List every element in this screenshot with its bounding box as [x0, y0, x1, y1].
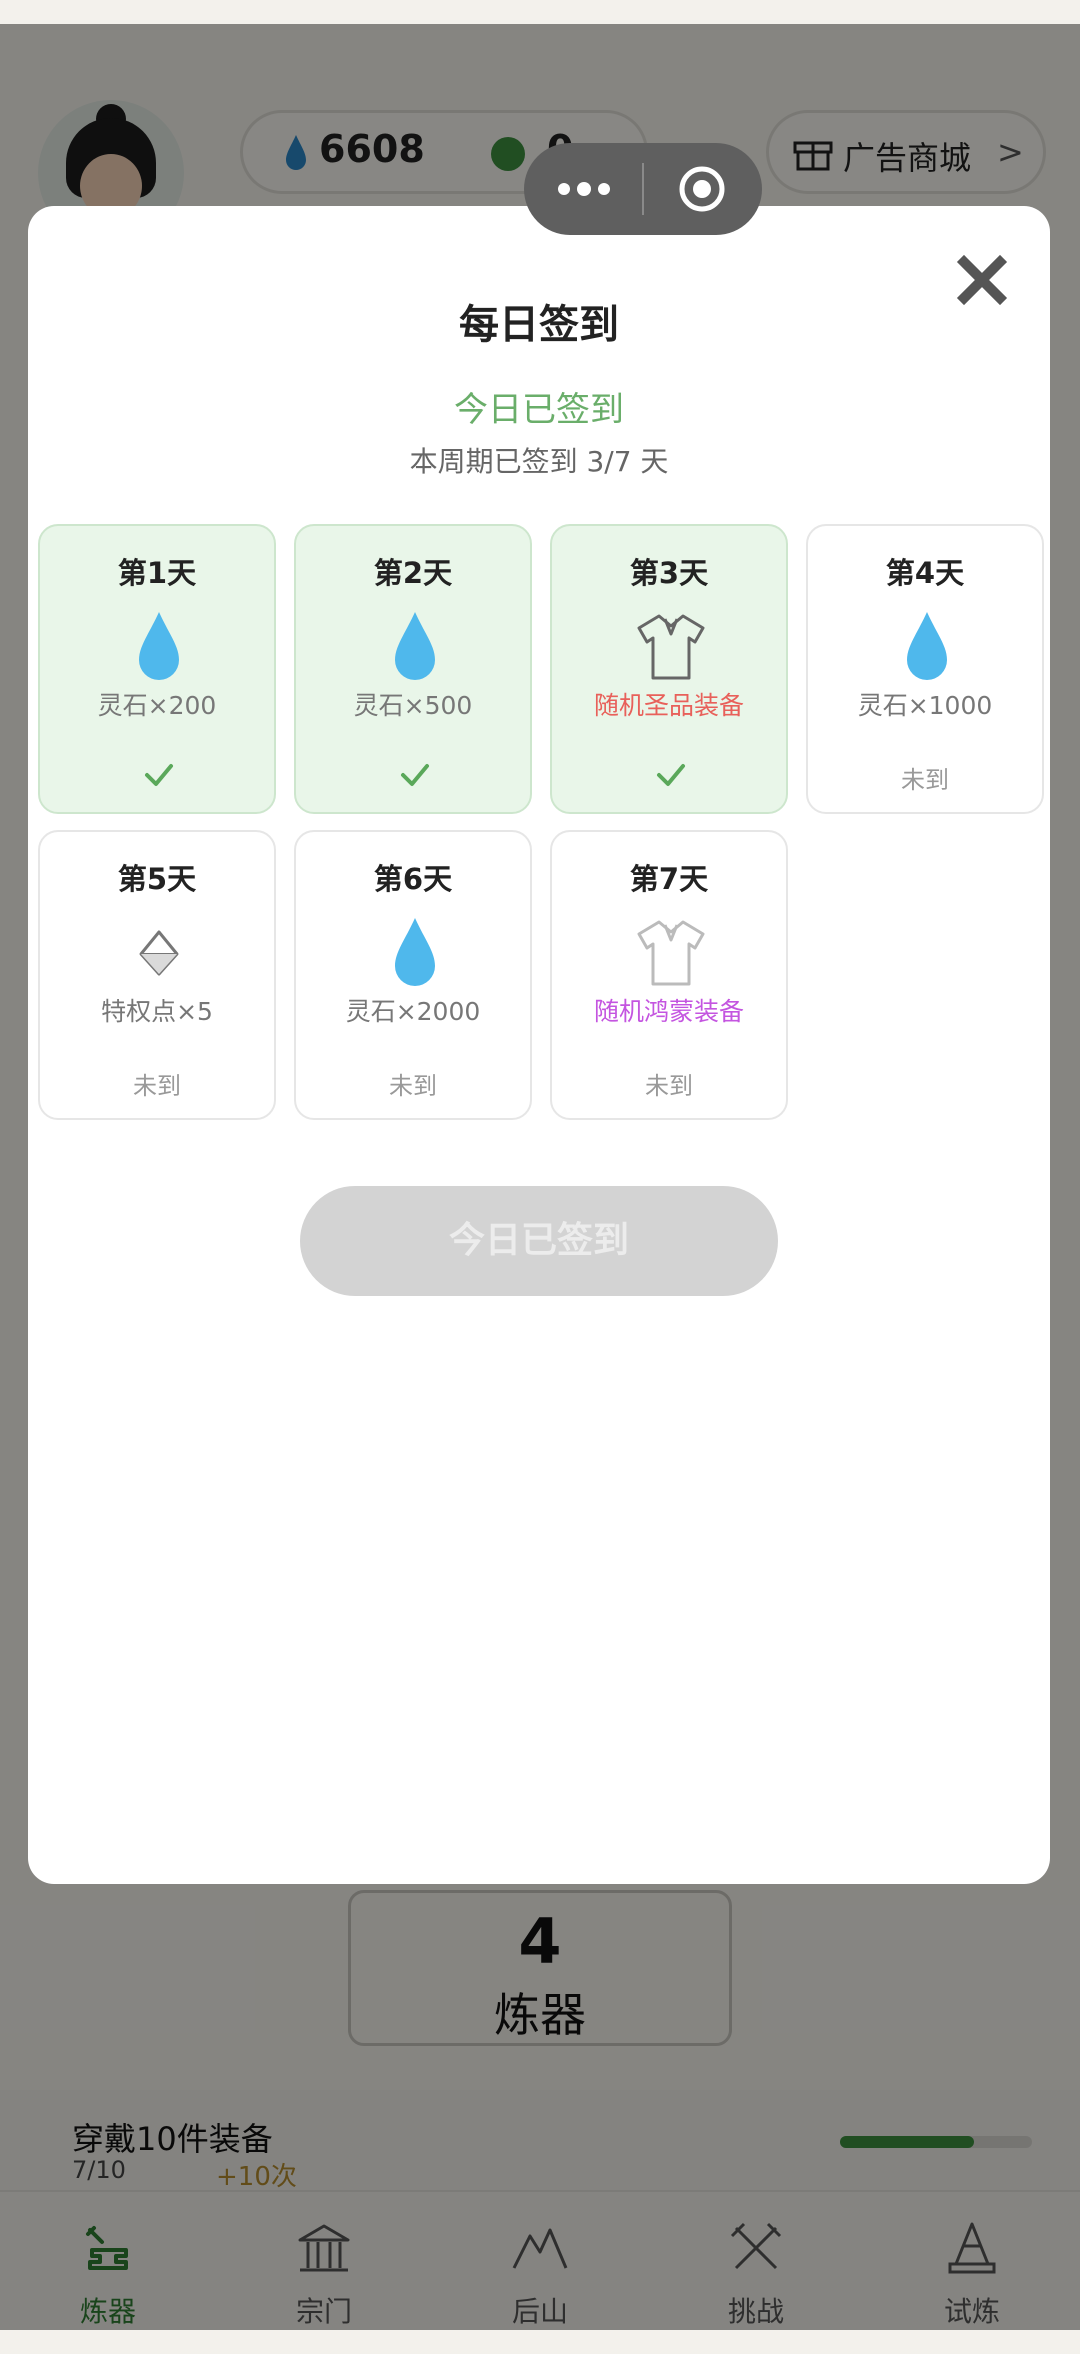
- checkmark-icon: [657, 764, 685, 786]
- day-card-5[interactable]: 第5天 特权点×5 未到: [38, 830, 276, 1120]
- water-drop-icon: [395, 918, 435, 986]
- day-card-7[interactable]: 第7天 随机鸿蒙装备 未到: [550, 830, 788, 1120]
- day-name: 第4天: [885, 556, 965, 590]
- robe-icon: [637, 920, 705, 986]
- status-strip: [0, 0, 1080, 24]
- close-miniprogram-icon[interactable]: [678, 165, 726, 213]
- day-reward: 灵石×500: [353, 691, 473, 720]
- day-reward: 随机鸿蒙装备: [593, 997, 744, 1026]
- day-reward: 随机圣品装备: [593, 691, 744, 720]
- day-reward: 灵石×2000: [345, 997, 481, 1026]
- close-icon[interactable]: [952, 250, 1012, 310]
- day-name: 第3天: [629, 556, 709, 590]
- robe-icon: [637, 614, 705, 680]
- day-state: 未到: [901, 766, 949, 794]
- water-drop-icon: [139, 612, 179, 680]
- diamond-icon: [139, 930, 179, 976]
- day-card-3[interactable]: 第3天 随机圣品装备: [550, 524, 788, 814]
- day-name: 第7天: [629, 862, 709, 896]
- signin-button[interactable]: 今日已签到: [300, 1186, 778, 1296]
- day-name: 第2天: [373, 556, 453, 590]
- miniprogram-capsule: [524, 143, 762, 235]
- day-card-4[interactable]: 第4天 灵石×1000 未到: [806, 524, 1044, 814]
- daily-signin-modal: 每日签到 今日已签到 本周期已签到 3/7 天 第1天 灵石×200 第2天 灵…: [28, 206, 1050, 1884]
- checkmark-icon: [145, 764, 173, 786]
- modal-title: 每日签到: [459, 302, 619, 348]
- day-reward: 灵石×1000: [857, 691, 993, 720]
- day-reward: 特权点×5: [101, 997, 213, 1026]
- capsule-divider: [642, 163, 644, 215]
- day-name: 第5天: [117, 862, 197, 896]
- water-drop-icon: [907, 612, 947, 680]
- day-state: 未到: [645, 1072, 693, 1100]
- signin-status: 今日已签到: [454, 390, 624, 430]
- checkmark-icon: [401, 764, 429, 786]
- day-card-2[interactable]: 第2天 灵石×500: [294, 524, 532, 814]
- day-name: 第6天: [373, 862, 453, 896]
- more-icon[interactable]: [556, 177, 612, 201]
- day-reward: 灵石×200: [97, 691, 217, 720]
- day-card-6[interactable]: 第6天 灵石×2000 未到: [294, 830, 532, 1120]
- water-drop-icon: [395, 612, 435, 680]
- cycle-progress: 本周期已签到 3/7 天: [409, 445, 669, 478]
- day-state: 未到: [389, 1072, 437, 1100]
- home-indicator-strip: [0, 2330, 1080, 2354]
- day-card-1[interactable]: 第1天 灵石×200: [38, 524, 276, 814]
- day-state: 未到: [133, 1072, 181, 1100]
- day-name: 第1天: [117, 556, 197, 590]
